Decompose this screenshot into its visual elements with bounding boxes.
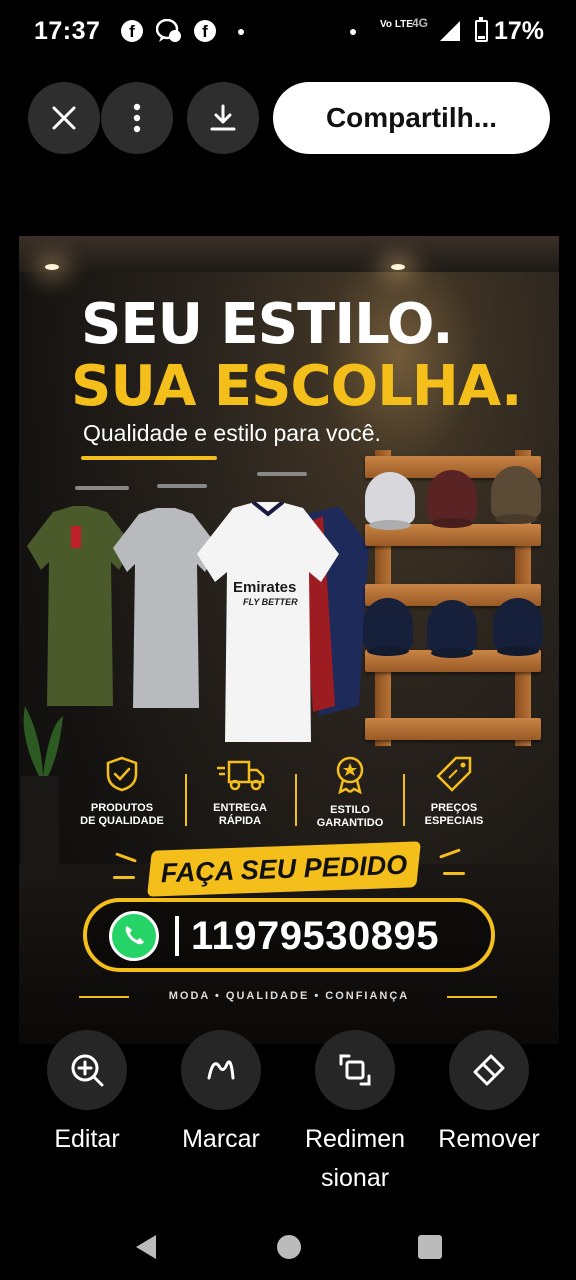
messenger-icon — [156, 19, 181, 42]
pallet-slat — [365, 718, 541, 740]
feature-quality: PRODUTOS DE QUALIDADE — [67, 756, 177, 828]
delivery-truck-icon — [217, 760, 265, 791]
poster-subtitle: Qualidade e estilo para você. — [83, 420, 381, 446]
phone-divider — [175, 916, 179, 956]
share-button[interactable]: Compartilh... — [273, 82, 550, 154]
poster-image[interactable]: SEU ESTILO. SUA ESCOLHA. Qualidade e est… — [19, 236, 559, 1044]
whatsapp-icon — [109, 911, 159, 961]
cap — [427, 600, 477, 658]
resize-label: Redimen sionar — [304, 1125, 406, 1192]
download-icon — [210, 104, 236, 131]
hanger-rail — [75, 486, 129, 490]
close-icon — [52, 106, 76, 130]
cap — [363, 598, 413, 656]
eraser-icon — [473, 1054, 505, 1086]
price-tag — [71, 526, 81, 548]
features-row: PRODUTOS DE QUALIDADE ENTREGA RÁPIDA EST… — [79, 756, 499, 836]
jersey-sponsor: Emirates — [233, 579, 297, 596]
plant — [21, 706, 63, 886]
feature-line2: DE QUALIDADE — [80, 815, 164, 827]
volte-indicator: Vo LTE — [380, 19, 413, 30]
headline-line1: SEU ESTILO. — [81, 292, 454, 357]
cap — [493, 598, 543, 656]
feature-prices: PREÇOS ESPECIAIS — [399, 756, 509, 828]
headline-line2: SUA ESCOLHA. — [71, 354, 522, 419]
back-icon[interactable] — [136, 1235, 156, 1259]
cta-ray — [439, 848, 461, 859]
markup-label: Marcar — [182, 1125, 260, 1153]
feature-line1: PREÇOS — [430, 802, 478, 814]
remove-action[interactable]: Remover — [419, 1030, 559, 1159]
remove-button[interactable] — [449, 1030, 529, 1110]
feature-line2: RÁPIDA — [218, 815, 262, 827]
feature-line1: ENTREGA — [213, 802, 267, 814]
shield-check-icon — [106, 756, 138, 792]
more-options-button[interactable] — [101, 82, 173, 154]
cap — [365, 472, 415, 530]
cta-text: FAÇA SEU PEDIDO — [160, 849, 408, 888]
phone-box: 11979530895 — [83, 898, 495, 972]
feature-line1: ESTILO — [330, 804, 370, 816]
wooden-pallet-rack — [363, 450, 543, 746]
remove-label: Remover — [438, 1125, 540, 1153]
white-jersey — [197, 502, 339, 742]
hanger-rail — [157, 484, 207, 488]
battery-percent: 17% — [494, 17, 545, 45]
cta-ray — [115, 852, 137, 863]
resize-button[interactable] — [315, 1030, 395, 1110]
edit-button[interactable] — [47, 1030, 127, 1110]
home-icon[interactable] — [277, 1235, 301, 1259]
feature-style: ESTILO GARANTIDO — [295, 756, 405, 830]
battery-icon — [475, 17, 488, 42]
edit-action[interactable]: Editar — [17, 1030, 157, 1159]
cta-ray — [443, 872, 465, 875]
feature-line2: GARANTIDO — [316, 817, 384, 829]
close-button[interactable] — [28, 82, 100, 154]
ceiling — [19, 236, 559, 272]
ceiling-lamp — [45, 264, 59, 270]
dot-icon — [238, 29, 244, 35]
feature-line2: ESPECIAIS — [424, 815, 484, 827]
status-bar: 17:37 f f Vo LTE 4G 17% — [0, 0, 576, 64]
network-type: 4G — [412, 16, 429, 30]
resize-icon — [339, 1054, 371, 1086]
facebook-icon: f — [194, 20, 216, 42]
facebook-icon: f — [121, 20, 143, 42]
download-button[interactable] — [187, 82, 259, 154]
edit-label: Editar — [54, 1125, 120, 1153]
edit-search-icon — [71, 1054, 104, 1087]
recents-icon[interactable] — [418, 1235, 442, 1259]
cta-ray — [113, 876, 135, 879]
feature-delivery: ENTREGA RÁPIDA — [185, 756, 295, 828]
award-badge-icon — [336, 756, 364, 794]
poster-footer: MODA • QUALIDADE • CONFIANÇA — [168, 990, 410, 1002]
more-vert-icon — [133, 103, 141, 133]
signal-icon — [440, 21, 460, 41]
price-tag-icon — [436, 756, 472, 792]
resize-action[interactable]: Redimen sionar — [285, 1030, 425, 1198]
subtitle-underline — [81, 456, 217, 460]
phone-number: 11979530895 — [191, 914, 439, 958]
jersey-tagline: FLY BETTER — [243, 597, 298, 607]
markup-button[interactable] — [181, 1030, 261, 1110]
feature-line1: PRODUTOS — [90, 802, 154, 814]
cap — [427, 470, 477, 528]
status-time: 17:37 — [34, 17, 101, 45]
dot-icon — [350, 29, 356, 35]
markup-action[interactable]: Marcar — [151, 1030, 291, 1159]
hanger-rail — [257, 472, 307, 476]
markup-pen-icon — [207, 1060, 235, 1080]
cap — [491, 466, 541, 524]
